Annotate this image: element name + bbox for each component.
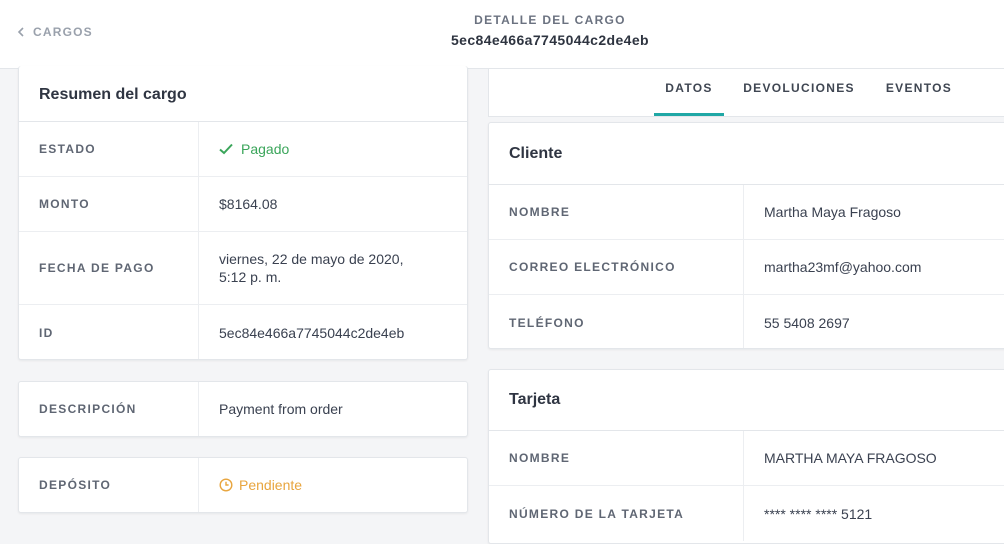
deposit-label: DEPÓSITO (19, 458, 199, 512)
payment-date-line1: viernes, 22 de mayo de 2020, (219, 251, 404, 267)
page-title: DETALLE DEL CARGO 5ec84e466a7745044c2de4… (350, 13, 750, 48)
summary-card-title: Resumen del cargo (19, 66, 467, 122)
status-value: Pagado (199, 122, 467, 176)
id-row: ID 5ec84e466a7745044c2de4eb (19, 305, 467, 359)
card-number-label: NÚMERO DE LA TARJETA (489, 486, 744, 541)
deposit-card: DEPÓSITO Pendiente (18, 457, 468, 513)
tab-eventos[interactable]: EVENTOS (877, 69, 961, 116)
charge-id-title: 5ec84e466a7745044c2de4eb (451, 32, 649, 48)
customer-email-label: CORREO ELECTRÓNICO (489, 240, 744, 294)
amount-row: MONTO $8164.08 (19, 177, 467, 232)
card-number-row: NÚMERO DE LA TARJETA **** **** **** 5121 (489, 486, 1004, 541)
amount-label: MONTO (19, 177, 199, 231)
card-holder-label: NOMBRE (489, 431, 744, 485)
description-card: DESCRIPCIÓN Payment from order (18, 381, 468, 437)
customer-name-value: Martha Maya Fragoso (764, 204, 901, 220)
card-number-value: **** **** **** 5121 (764, 505, 873, 522)
amount-value: $8164.08 (219, 196, 278, 212)
detail-tabs: DATOS DEVOLUCIONES EVENTOS (488, 69, 1004, 117)
back-link[interactable]: CARGOS (17, 25, 93, 39)
payment-date-label: FECHA DE PAGO (19, 232, 199, 304)
payment-date-value: viernes, 22 de mayo de 2020, 5:12 p. m. (199, 232, 467, 304)
customer-phone-value: 55 5408 2697 (764, 314, 850, 331)
status-row: ESTADO Pagado (19, 122, 467, 177)
description-row: DESCRIPCIÓN Payment from order (19, 382, 467, 436)
id-value: 5ec84e466a7745044c2de4eb (219, 324, 405, 341)
card-holder-value: MARTHA MAYA FRAGOSO (764, 450, 937, 466)
payment-date-row: FECHA DE PAGO viernes, 22 de mayo de 202… (19, 232, 467, 305)
clock-icon (219, 478, 233, 492)
payment-card-card: Tarjeta NOMBRE MARTHA MAYA FRAGOSO NÚMER… (488, 369, 1004, 544)
top-bar: CARGOS DETALLE DEL CARGO 5ec84e466a77450… (0, 0, 1004, 69)
deposit-row: DEPÓSITO Pendiente (19, 458, 467, 512)
tab-devoluciones[interactable]: DEVOLUCIONES (739, 69, 859, 116)
customer-phone-row: TELÉFONO 55 5408 2697 (489, 295, 1004, 348)
id-label: ID (19, 305, 199, 359)
customer-card-title: Cliente (489, 123, 1004, 185)
status-label: ESTADO (19, 122, 199, 176)
customer-email-value: martha23mf@yahoo.com (764, 259, 922, 275)
status-text: Pagado (241, 141, 290, 157)
card-holder-row: NOMBRE MARTHA MAYA FRAGOSO (489, 431, 1004, 486)
deposit-value: Pendiente (199, 458, 467, 512)
customer-name-row: NOMBRE Martha Maya Fragoso (489, 185, 1004, 240)
chevron-left-icon (17, 27, 24, 37)
check-icon (219, 143, 233, 155)
customer-card: Cliente NOMBRE Martha Maya Fragoso CORRE… (488, 122, 1004, 349)
deposit-status-text: Pendiente (239, 477, 303, 493)
customer-name-label: NOMBRE (489, 185, 744, 239)
tab-datos[interactable]: DATOS (654, 69, 724, 116)
payment-card-title: Tarjeta (489, 370, 1004, 431)
summary-card: Resumen del cargo ESTADO Pagado MONTO $8… (18, 66, 468, 360)
customer-email-row: CORREO ELECTRÓNICO martha23mf@yahoo.com (489, 240, 1004, 295)
page-title-label: DETALLE DEL CARGO (474, 13, 626, 27)
description-value: Payment from order (219, 401, 343, 417)
description-label: DESCRIPCIÓN (19, 382, 199, 436)
back-link-label: CARGOS (33, 25, 93, 39)
payment-date-line2: 5:12 p. m. (219, 269, 282, 285)
customer-phone-label: TELÉFONO (489, 295, 744, 348)
